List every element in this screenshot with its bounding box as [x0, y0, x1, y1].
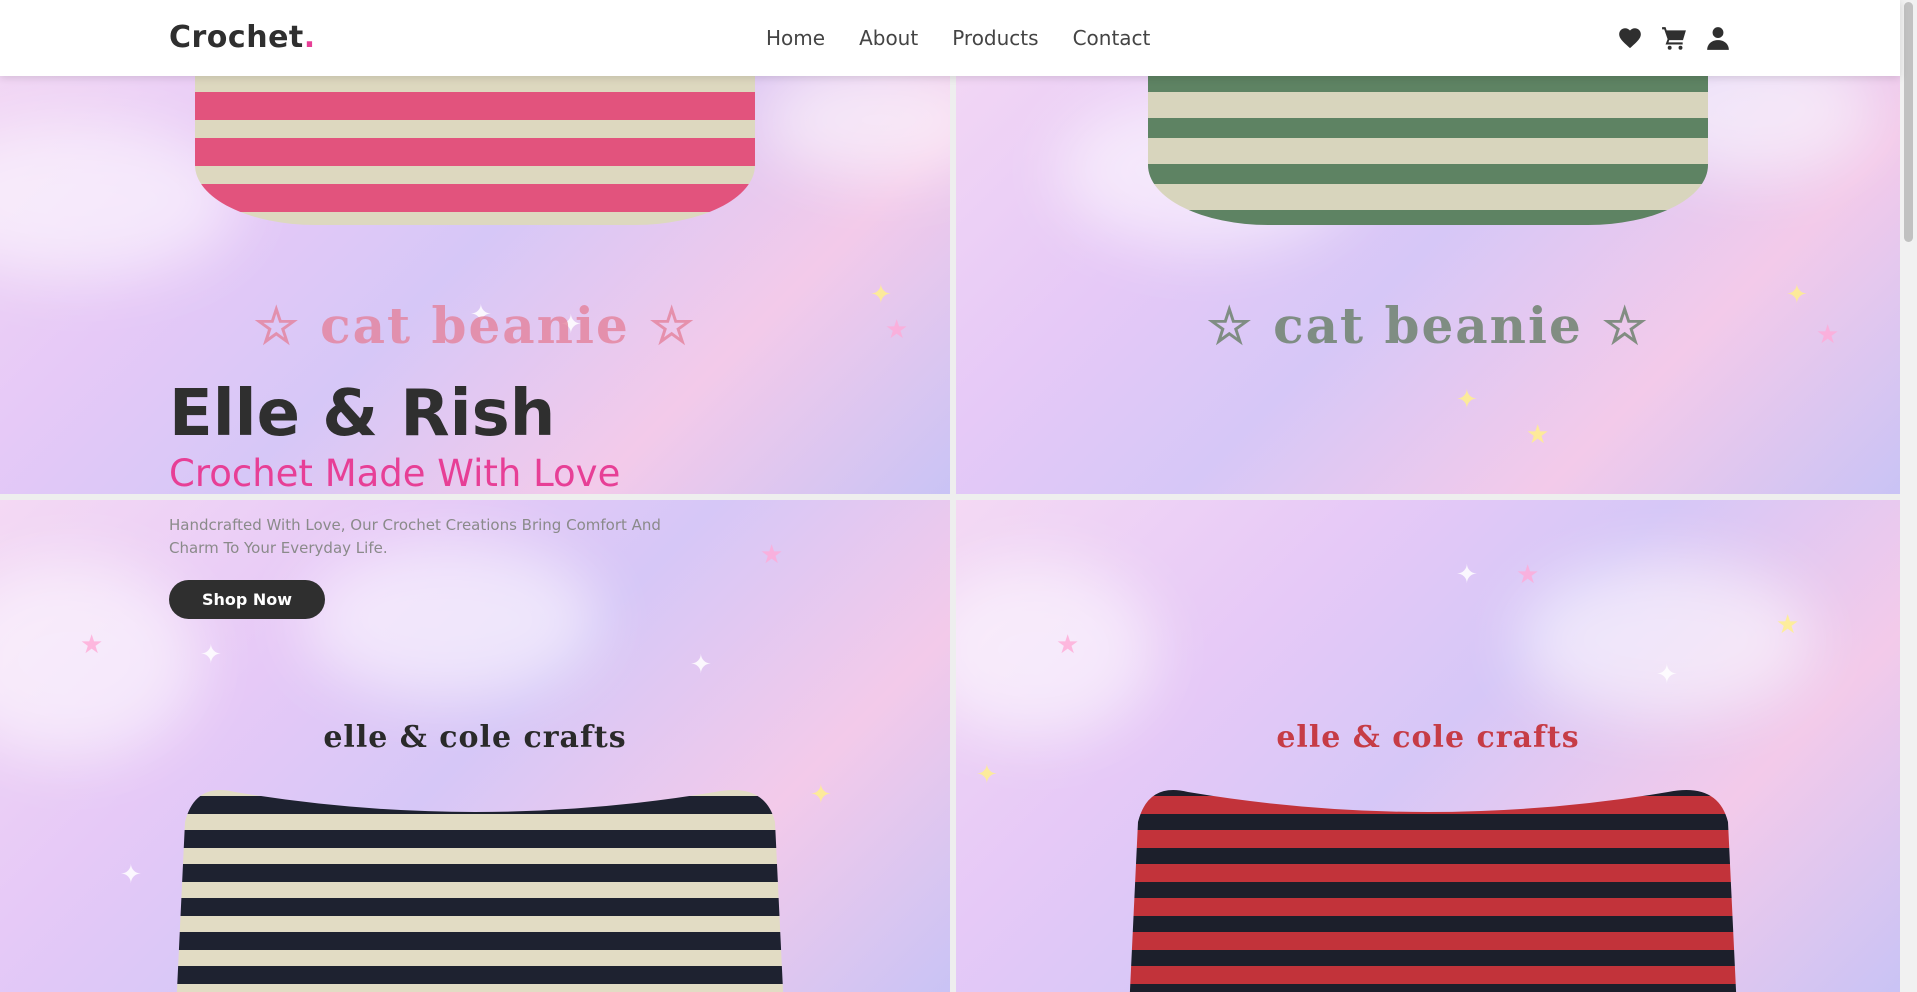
cart-icon[interactable]	[1661, 24, 1687, 52]
site-header: Crochet. Home About Products Contact	[0, 0, 1900, 76]
page: ✦ ★ ✦ ✦ ☆ cat beanie ☆ ✦ ★ ✦ ★ ☆ cat bea…	[0, 0, 1917, 992]
nav-products[interactable]: Products	[952, 26, 1038, 50]
logo-text: Crochet	[169, 20, 304, 55]
scrollbar-thumb[interactable]	[1904, 2, 1913, 242]
tile-caption: elle & cole crafts	[323, 720, 627, 755]
nav-about[interactable]: About	[859, 26, 918, 50]
hero-subtitle: Crochet Made With Love	[169, 452, 621, 495]
nav-contact[interactable]: Contact	[1073, 26, 1151, 50]
user-icon[interactable]	[1705, 24, 1731, 52]
tile-caption: elle & cole crafts	[1276, 720, 1580, 755]
logo-dot: .	[303, 20, 316, 55]
main-nav: Home About Products Contact	[766, 26, 1150, 50]
tile-caption: ☆ cat beanie ☆	[253, 296, 697, 355]
black-beanie-graphic	[165, 762, 785, 992]
header-icons	[1617, 24, 1731, 52]
nav-home[interactable]: Home	[766, 26, 825, 50]
red-beanie-graphic	[1118, 762, 1738, 992]
hero-content: Elle & Rish Crochet Made With Love Handc…	[169, 378, 679, 619]
hero-description: Handcrafted With Love, Our Crochet Creat…	[169, 516, 661, 557]
shop-now-button[interactable]: Shop Now	[169, 580, 325, 619]
tile-caption: ☆ cat beanie ☆	[1206, 296, 1650, 355]
heart-icon[interactable]	[1617, 24, 1643, 52]
product-image-red-beanie: ★ ✦ ★ ✦ ★ ✦ elle & cole crafts	[956, 500, 1900, 992]
hero-title: Elle & Rish	[169, 377, 556, 451]
logo[interactable]: Crochet.	[169, 20, 316, 55]
scrollbar[interactable]	[1900, 0, 1917, 992]
